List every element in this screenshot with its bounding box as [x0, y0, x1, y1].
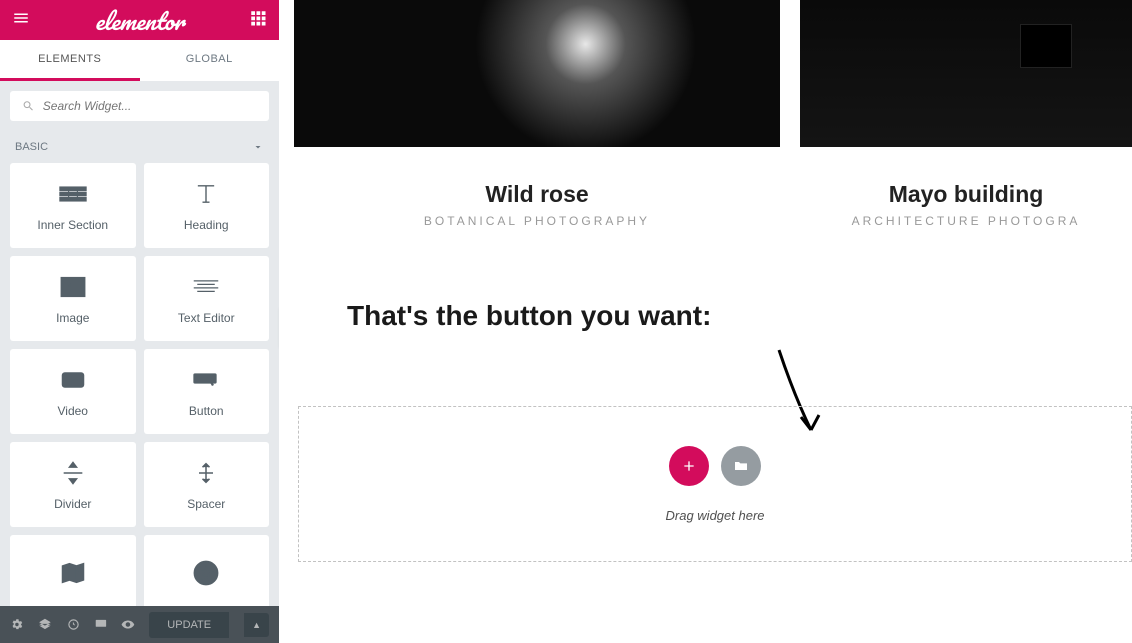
widget-button[interactable]: Button — [144, 349, 270, 434]
settings-icon[interactable] — [10, 617, 24, 632]
widget-label: Inner Section — [37, 218, 108, 232]
drop-zone-buttons — [669, 446, 761, 486]
widget-image[interactable]: Image — [10, 256, 136, 341]
tab-elements[interactable]: ELEMENTS — [0, 40, 140, 81]
category-basic[interactable]: BASIC — [0, 131, 279, 163]
preview-icon[interactable] — [121, 617, 135, 632]
widget-label: Divider — [54, 497, 91, 511]
gallery-image — [294, 0, 780, 147]
chevron-down-icon — [252, 141, 264, 153]
gallery-row: Wild rose BOTANICAL PHOTOGRAPHY Mayo bui… — [279, 0, 1132, 228]
widget-divider[interactable]: Divider — [10, 442, 136, 527]
editor-canvas: Wild rose BOTANICAL PHOTOGRAPHY Mayo bui… — [279, 0, 1132, 643]
divider-icon — [59, 459, 87, 487]
gallery-subtitle: ARCHITECTURE PHOTOGRA — [852, 214, 1081, 228]
search-icon — [22, 99, 35, 113]
hamburger-icon[interactable] — [12, 9, 30, 32]
heading-icon — [192, 180, 220, 208]
image-icon — [59, 273, 87, 301]
star-icon — [192, 559, 220, 587]
gallery-subtitle: BOTANICAL PHOTOGRAPHY — [424, 214, 650, 228]
widget-label: Button — [189, 404, 224, 418]
history-icon[interactable] — [66, 617, 80, 632]
widget-label: Heading — [184, 218, 229, 232]
gallery-title: Mayo building — [889, 181, 1044, 208]
gallery-title: Wild rose — [485, 181, 588, 208]
drop-zone-text: Drag widget here — [666, 508, 765, 523]
panel-tabs: ELEMENTS GLOBAL — [0, 40, 279, 81]
columns-icon — [59, 180, 87, 208]
plus-icon — [681, 458, 697, 474]
spacer-icon — [192, 459, 220, 487]
gallery-item[interactable]: Mayo building ARCHITECTURE PHOTOGRA — [800, 0, 1132, 228]
apps-grid-icon[interactable] — [249, 9, 267, 32]
widget-label: Video — [58, 404, 88, 418]
map-icon — [59, 559, 87, 587]
widget-label: Image — [56, 311, 89, 325]
gallery-image — [800, 0, 1132, 147]
drop-zone[interactable]: Drag widget here — [298, 406, 1132, 562]
text-editor-icon — [192, 273, 220, 301]
add-template-button[interactable] — [721, 446, 761, 486]
category-label: BASIC — [15, 141, 48, 153]
button-icon — [192, 366, 220, 394]
responsive-icon[interactable] — [94, 617, 108, 632]
search-box — [10, 91, 269, 121]
update-button[interactable]: UPDATE — [149, 612, 229, 638]
sidebar-header: elementor — [0, 0, 279, 40]
gallery-item[interactable]: Wild rose BOTANICAL PHOTOGRAPHY — [294, 0, 780, 228]
widgets-grid: Inner Section Heading Image Text Editor … — [0, 163, 279, 620]
sidebar: elementor ELEMENTS GLOBAL BASIC Inner Se… — [0, 0, 279, 643]
widget-inner-section[interactable]: Inner Section — [10, 163, 136, 248]
widget-text-editor[interactable]: Text Editor — [144, 256, 270, 341]
brand-logo: elementor — [95, 1, 185, 40]
widget-heading[interactable]: Heading — [144, 163, 270, 248]
video-icon — [59, 366, 87, 394]
widget-video[interactable]: Video — [10, 349, 136, 434]
update-options-button[interactable]: ▲ — [244, 613, 269, 637]
annotation-text: That's the button you want: — [347, 300, 711, 332]
add-section-button[interactable] — [669, 446, 709, 486]
tab-global[interactable]: GLOBAL — [140, 40, 280, 81]
widget-spacer[interactable]: Spacer — [144, 442, 270, 527]
widget-label: Text Editor — [178, 311, 235, 325]
search-input[interactable] — [43, 99, 257, 113]
widget-label: Spacer — [187, 497, 225, 511]
navigator-icon[interactable] — [38, 617, 52, 632]
search-wrap — [0, 81, 279, 131]
folder-icon — [733, 458, 749, 474]
sidebar-footer: UPDATE ▲ — [0, 606, 279, 643]
